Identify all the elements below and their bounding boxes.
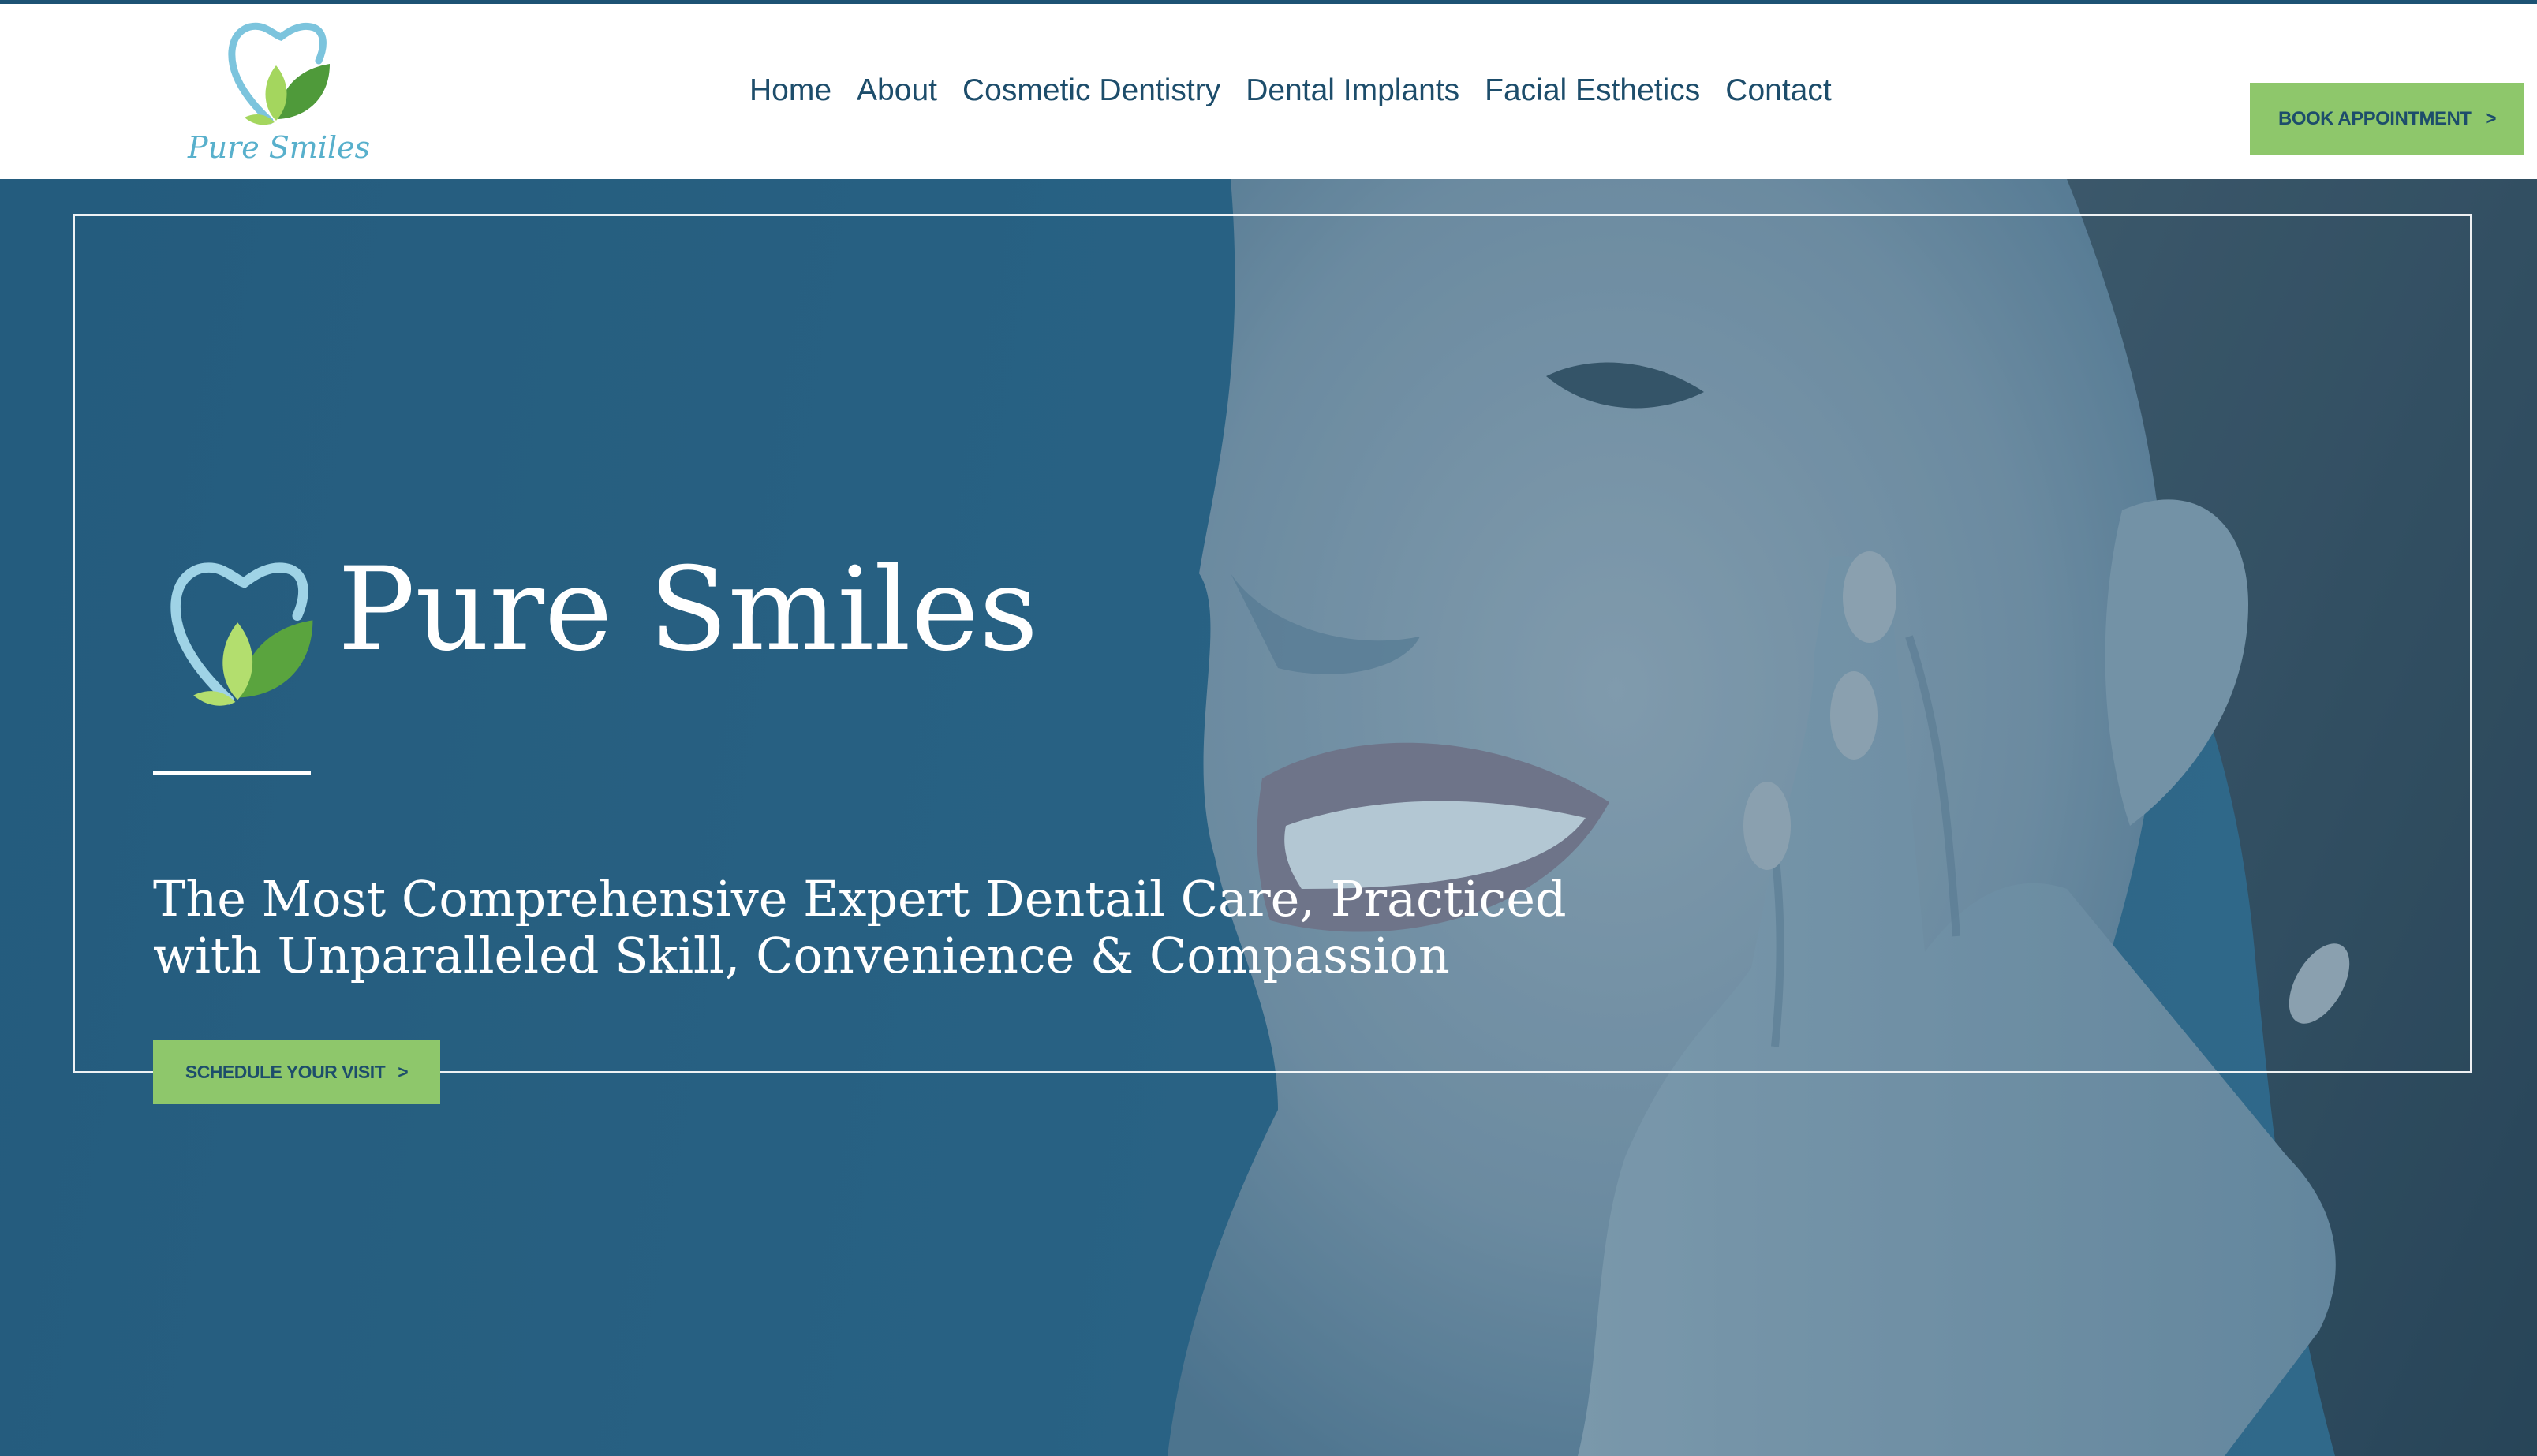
hero-tagline-line-1: The Most Comprehensive Expert Dentail Ca… [153, 870, 1567, 928]
header-brand-name: Pure Smiles [188, 130, 371, 165]
main-nav: Home About Cosmetic Dentistry Dental Imp… [749, 73, 1832, 108]
hero-divider [153, 771, 311, 775]
chevron-right-icon: > [2485, 108, 2496, 129]
schedule-visit-button[interactable]: SCHEDULE YOUR VISIT > [153, 1040, 440, 1104]
nav-item-about[interactable]: About [857, 73, 937, 108]
book-appointment-button[interactable]: BOOK APPOINTMENT > [2250, 83, 2524, 155]
book-appointment-label: BOOK APPOINTMENT [2278, 108, 2472, 129]
nav-item-contact[interactable]: Contact [1725, 73, 1831, 108]
nav-item-home[interactable]: Home [749, 73, 831, 108]
page: Pure Smiles Home About Cosmetic Dentistr… [0, 0, 2537, 1456]
header-logo[interactable]: Pure Smiles [188, 20, 371, 177]
tooth-leaves-logo-icon [228, 22, 330, 125]
site-header: Pure Smiles Home About Cosmetic Dentistr… [0, 4, 2537, 179]
nav-item-cosmetic-dentistry[interactable]: Cosmetic Dentistry [962, 73, 1220, 108]
chevron-right-icon: > [398, 1061, 409, 1082]
hero-tagline: The Most Comprehensive Expert Dentail Ca… [153, 871, 1567, 984]
nav-item-facial-esthetics[interactable]: Facial Esthetics [1485, 73, 1700, 108]
hero-title: Pure Smiles [338, 543, 1039, 677]
nav-item-dental-implants[interactable]: Dental Implants [1246, 73, 1459, 108]
tooth-leaves-logo-icon [170, 562, 313, 706]
hero-tagline-line-2: with Unparalleled Skill, Convenience & C… [153, 927, 1450, 984]
schedule-visit-label: SCHEDULE YOUR VISIT [185, 1061, 386, 1082]
